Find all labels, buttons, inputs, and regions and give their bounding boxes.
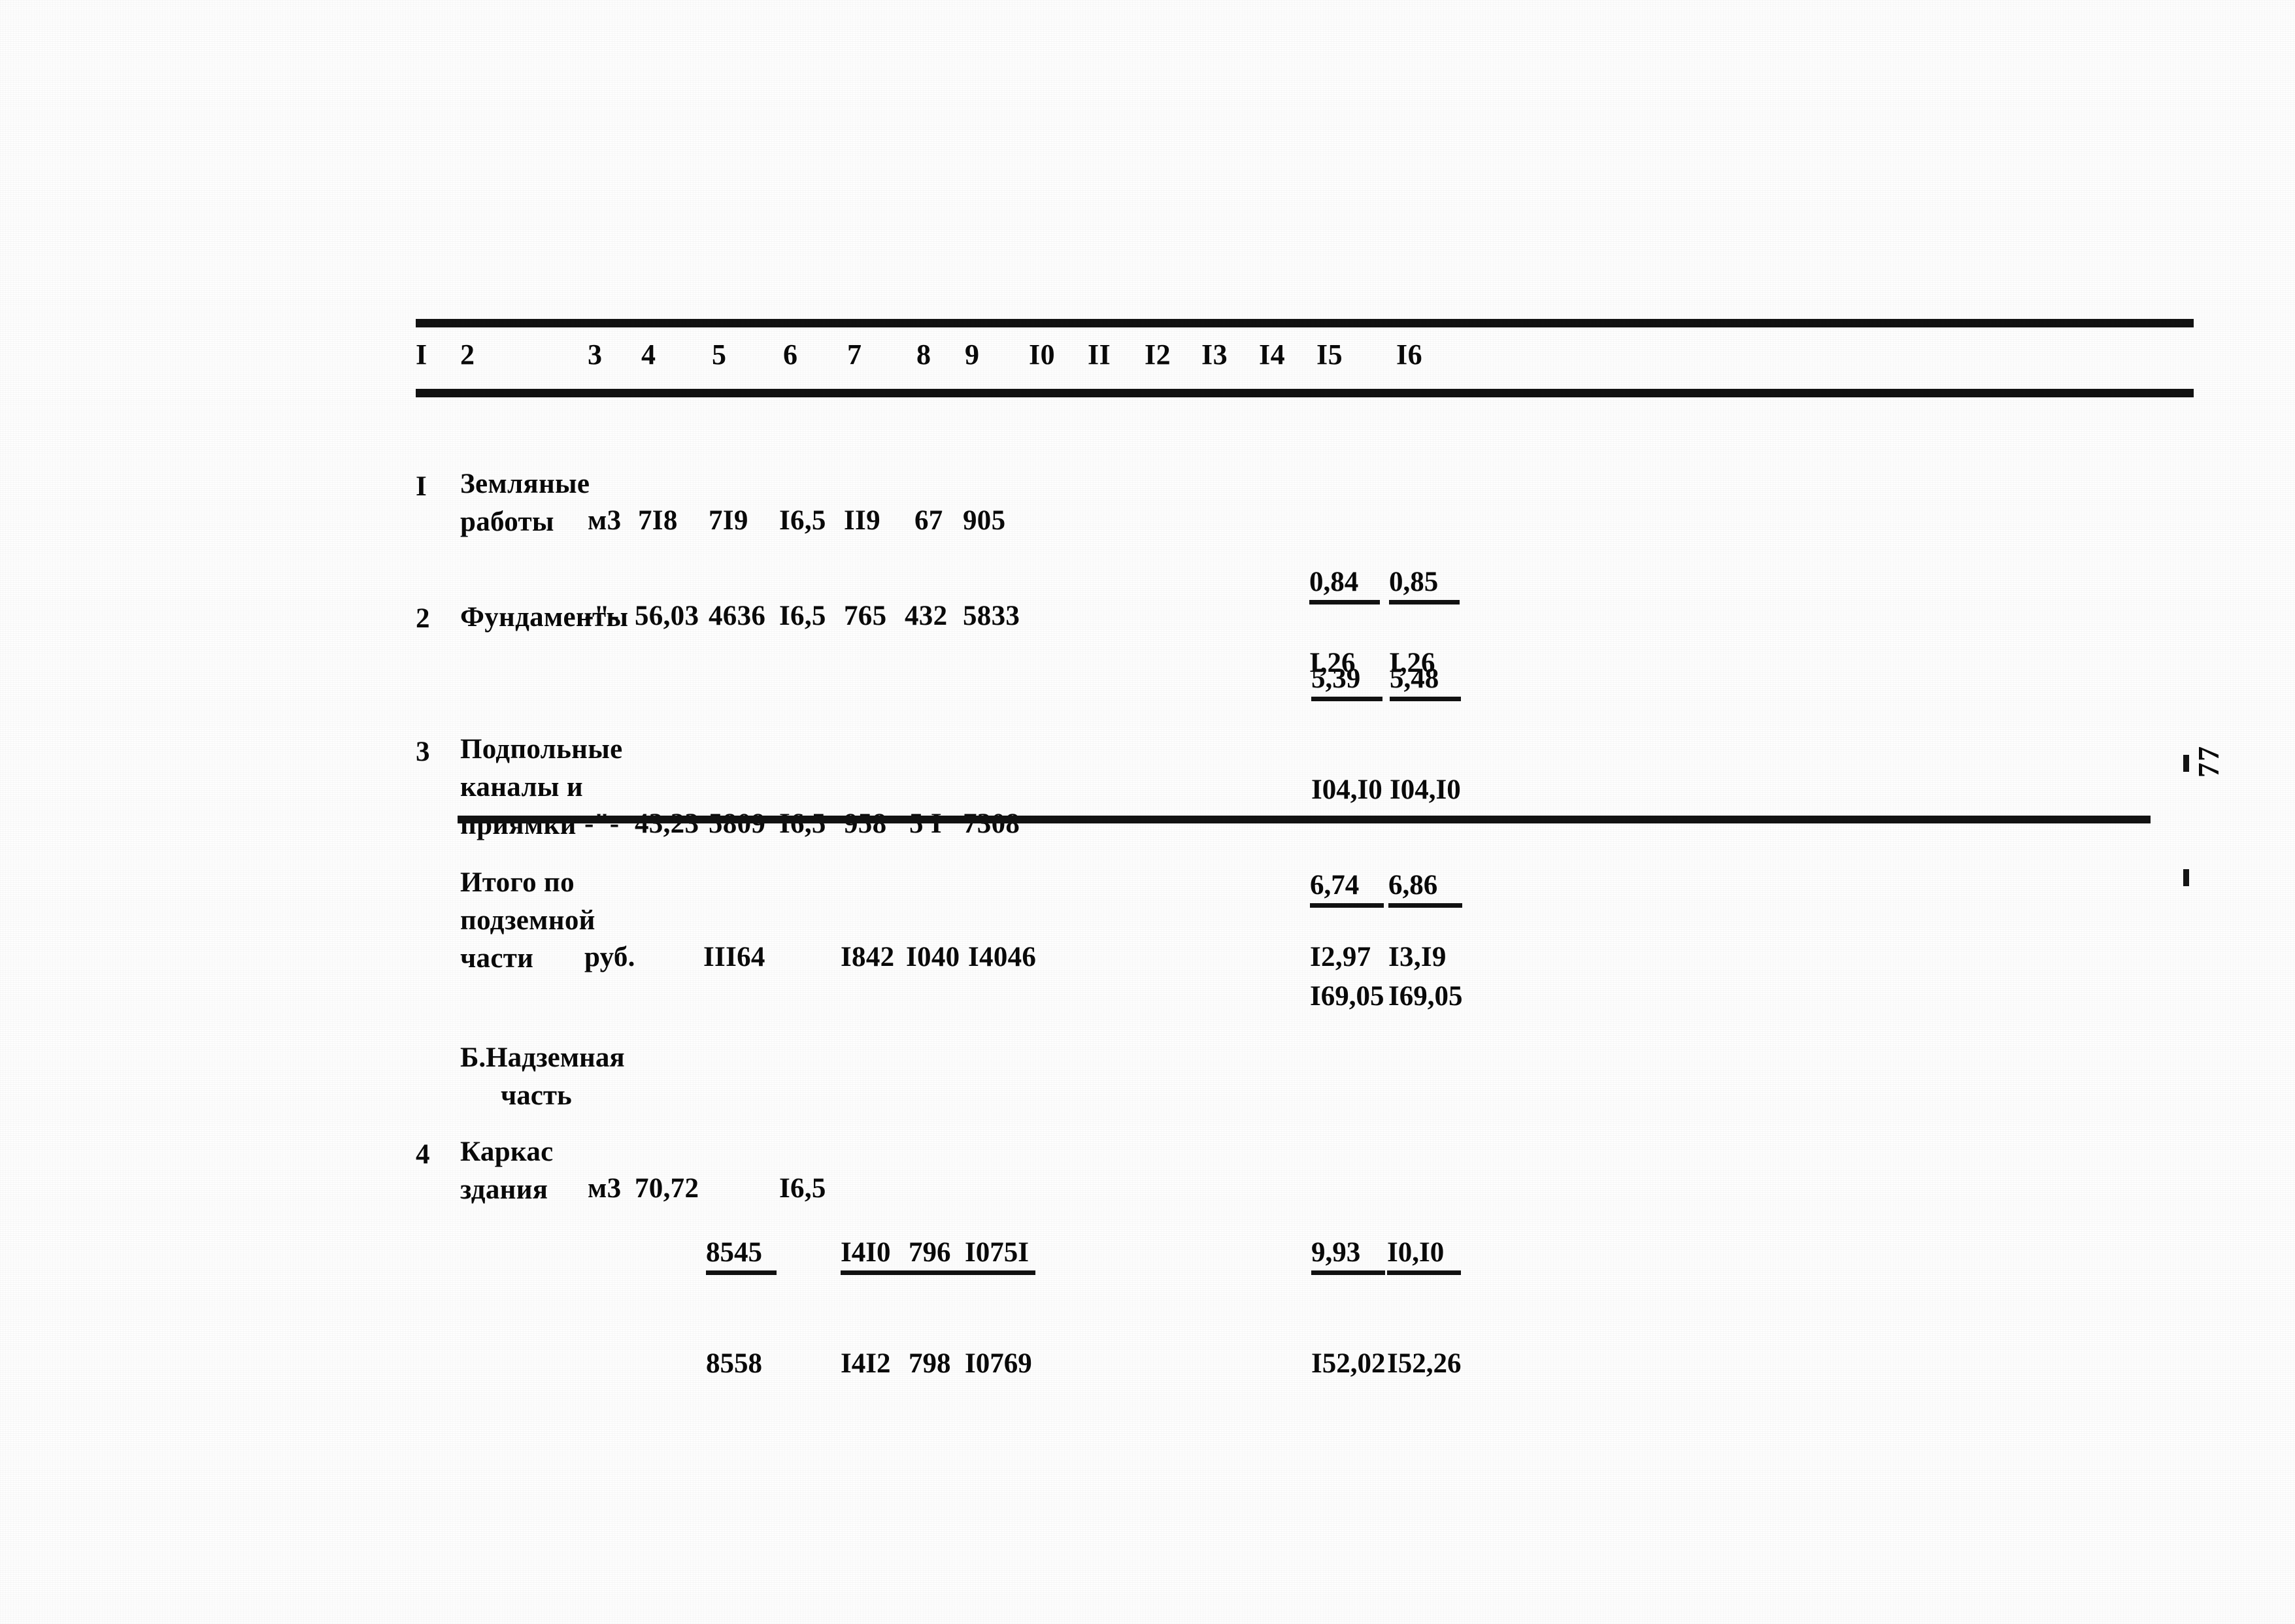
subtotal-col-7: I842 (841, 942, 895, 972)
unit-cell: -"- (584, 601, 620, 631)
subtotal-label-line-3: части (460, 943, 534, 974)
row-number: I (416, 471, 427, 502)
value-col-6: I6,5 (779, 505, 826, 536)
work-name-line-2: работы (460, 506, 554, 537)
fraction-denominator: I52,02 (1311, 1348, 1386, 1379)
fraction-numerator: I0,I0 (1387, 1235, 1462, 1275)
fraction-col-7: I4I0 I4I2 (841, 1166, 911, 1450)
column-number-16: I6 (1396, 339, 1423, 371)
value-col-6: I6,5 (779, 1173, 826, 1204)
value-col-9: 5833 (963, 601, 1020, 631)
column-number-10: I0 (1029, 339, 1056, 371)
value-col-7: II9 (844, 505, 880, 536)
section-heading-line-2: часть (501, 1080, 572, 1111)
subtotal-col-16: I3,I9 (1388, 942, 1447, 972)
page-folio: 77 (2192, 745, 2225, 778)
fraction-numerator: I4I0 (841, 1235, 911, 1275)
fraction-col-5: 8545 8558 (706, 1166, 777, 1450)
subtotal-label-line-2: подземной (460, 905, 595, 936)
column-number-1: I (416, 339, 427, 371)
fraction-numerator: 8545 (706, 1235, 777, 1275)
column-number-header-row: I 2 3 4 5 6 7 8 9 I0 II I2 I3 I4 I5 I6 (416, 327, 2194, 389)
row-number: 4 (416, 1139, 430, 1170)
section-heading-line-1: Б.Надземная (460, 1042, 625, 1073)
subtotal-col-5: III64 (703, 942, 765, 972)
column-number-11: II (1088, 339, 1111, 371)
fraction-numerator: 5,39 (1311, 661, 1382, 701)
column-number-8: 8 (916, 339, 931, 371)
work-name-line-2: здания (460, 1174, 548, 1205)
work-name-line-2: каналы и (460, 772, 583, 803)
work-name-line-1: Земляные (460, 469, 590, 499)
column-number-9: 9 (965, 339, 980, 371)
margin-tick-lower (2183, 869, 2189, 886)
value-col-8: 67 (914, 505, 943, 536)
table-body-upper: I Земляные работы м3 7I8 7I9 I6,5 II9 67… (416, 397, 2194, 1012)
fraction-col-16: I0,I0 I52,26 (1387, 1166, 1462, 1450)
fraction-col-9: I075I I0769 (965, 1166, 1035, 1450)
column-number-15: I5 (1316, 339, 1343, 371)
value-col-9: 905 (963, 505, 1006, 536)
subtotal-label-line-1: Итого по (460, 867, 575, 898)
value-col-6: I6,5 (779, 601, 826, 631)
table-header-rule (416, 389, 2194, 397)
work-name-line-1: Каркас (460, 1136, 554, 1167)
value-col-5: 7I9 (709, 505, 748, 536)
estimate-table: I 2 3 4 5 6 7 8 9 I0 II I2 I3 I4 I5 I6 I… (416, 319, 2194, 1379)
fraction-col-15: 9,93 I52,02 (1311, 1166, 1386, 1450)
unit-cell: м3 (588, 1173, 622, 1204)
column-number-2: 2 (460, 339, 475, 371)
column-number-12: I2 (1145, 339, 1171, 371)
value-col-4: 7I8 (638, 505, 678, 536)
column-number-7: 7 (847, 339, 862, 371)
subtotal-unit: руб. (584, 942, 635, 972)
column-number-13: I3 (1201, 339, 1228, 371)
value-col-8: 432 (905, 601, 948, 631)
subtotal-col-15: I2,97 (1310, 942, 1371, 972)
unit-cell: м3 (588, 505, 622, 536)
fraction-denominator: I4I2 (841, 1348, 891, 1379)
fraction-denominator: I52,26 (1387, 1348, 1462, 1379)
value-col-4: 56,03 (635, 601, 699, 631)
fraction-denominator: 8558 (706, 1348, 762, 1379)
value-col-7: 765 (844, 601, 887, 631)
column-number-14: I4 (1259, 339, 1286, 371)
fraction-numerator: 9,93 (1311, 1235, 1386, 1275)
fraction-numerator: I075I (965, 1235, 1035, 1275)
fraction-numerator: 5,48 (1390, 661, 1461, 701)
margin-tick-upper (2183, 755, 2189, 772)
fraction-denominator: I0769 (965, 1348, 1032, 1379)
subtotal-rule-wrapper (416, 816, 2194, 823)
subtotal-col-9: I4046 (968, 942, 1037, 972)
value-col-4: 70,72 (635, 1173, 699, 1204)
table-body-lower: Итого по подземной части руб. III64 I842… (416, 823, 2194, 1379)
table-top-rule (416, 319, 2194, 327)
row-number: 3 (416, 737, 430, 767)
value-col-5: 4636 (709, 601, 766, 631)
row-number: 2 (416, 603, 430, 634)
column-number-6: 6 (783, 339, 798, 371)
column-number-4: 4 (641, 339, 656, 371)
subtotal-col-8: I040 (906, 942, 960, 972)
column-number-3: 3 (588, 339, 603, 371)
scanned-page: I 2 3 4 5 6 7 8 9 I0 II I2 I3 I4 I5 I6 I… (0, 0, 2295, 1624)
column-number-5: 5 (712, 339, 727, 371)
subtotal-separator-rule (458, 816, 2151, 823)
work-name-line-1: Подпольные (460, 734, 623, 765)
